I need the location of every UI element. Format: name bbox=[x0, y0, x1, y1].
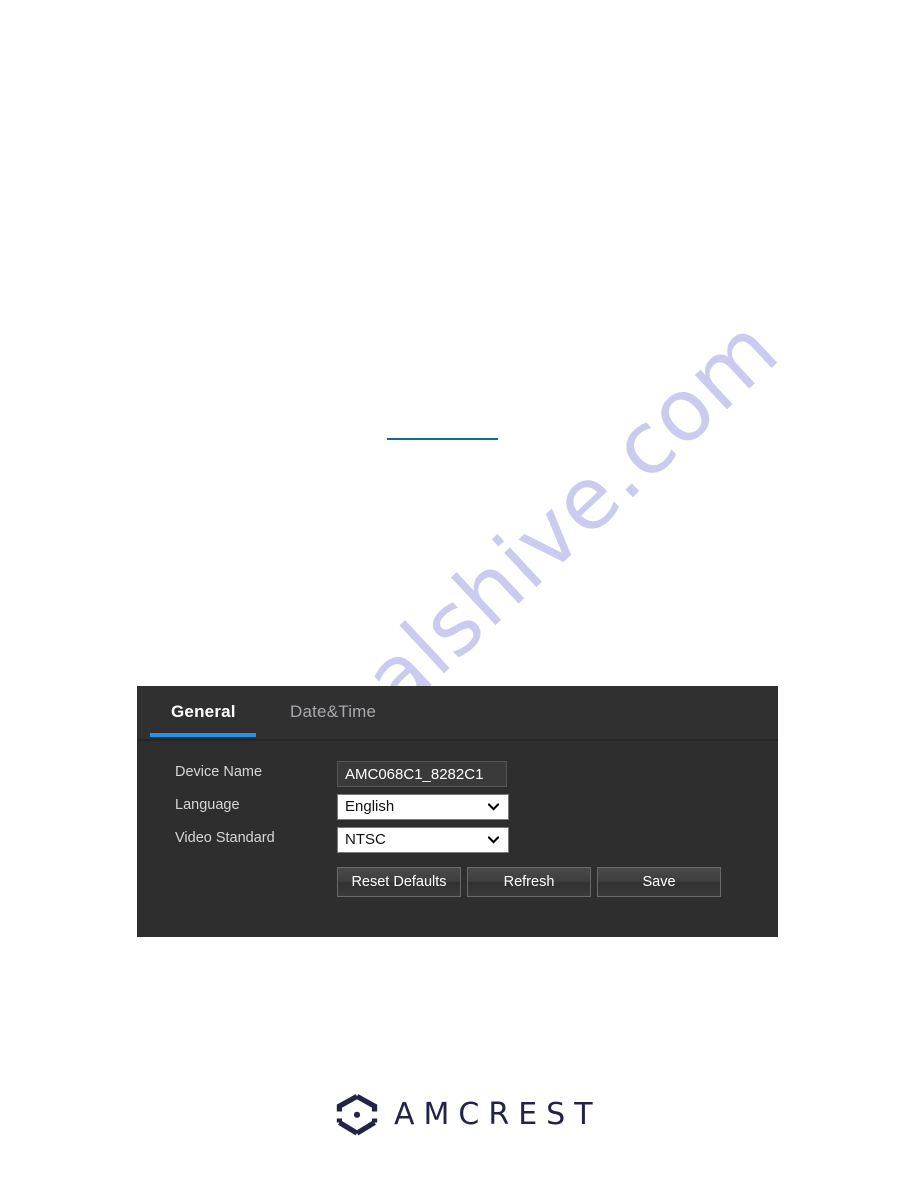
label-video-standard: Video Standard bbox=[175, 830, 275, 846]
refresh-button[interactable]: Refresh bbox=[467, 867, 591, 897]
panel-tab-bar: General Date&Time bbox=[137, 686, 778, 741]
label-language: Language bbox=[175, 797, 240, 813]
reset-defaults-button[interactable]: Reset Defaults bbox=[337, 867, 461, 897]
active-tab-underline bbox=[150, 733, 256, 737]
video-standard-select-value: NTSC bbox=[345, 831, 386, 848]
field-row-language: Language English bbox=[137, 794, 778, 820]
link-underline-rule bbox=[387, 438, 498, 440]
field-row-video-standard: Video Standard NTSC bbox=[137, 827, 778, 853]
chevron-down-icon bbox=[488, 836, 499, 844]
amcrest-hexagon-icon bbox=[336, 1093, 378, 1137]
chevron-down-icon bbox=[488, 803, 499, 811]
amcrest-wordmark: AMCREST bbox=[394, 1097, 602, 1132]
video-standard-select[interactable]: NTSC bbox=[337, 827, 509, 853]
panel-body: Device Name Language English Video Stand… bbox=[137, 741, 778, 935]
label-device-name: Device Name bbox=[175, 764, 263, 780]
general-settings-panel: General Date&Time Device Name Language E… bbox=[137, 686, 778, 937]
panel-button-row: Reset Defaults Refresh Save bbox=[137, 867, 778, 897]
amcrest-logo: AMCREST bbox=[336, 1093, 602, 1137]
language-select-value: English bbox=[345, 798, 395, 815]
language-select[interactable]: English bbox=[337, 794, 509, 820]
field-row-device-name: Device Name bbox=[137, 761, 778, 787]
active-tab-indicator-wrap bbox=[137, 686, 397, 739]
save-button[interactable]: Save bbox=[597, 867, 721, 897]
device-name-input[interactable] bbox=[337, 761, 507, 787]
